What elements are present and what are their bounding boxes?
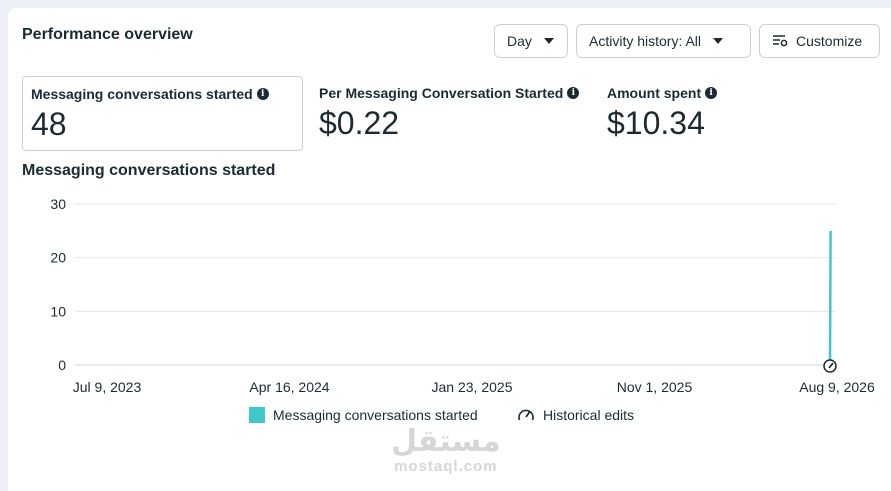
legend-swatch	[249, 407, 265, 423]
metric-label: Messaging conversations started	[31, 86, 253, 102]
metric-messaging-conversations[interactable]: Messaging conversations started i 48	[22, 76, 303, 151]
watermark-arabic: مستقل	[391, 424, 501, 459]
watermark-latin: mostaql.com	[394, 458, 498, 475]
caret-down-icon	[713, 38, 724, 44]
metric-amount-spent[interactable]: Amount spent i $10.34	[599, 76, 799, 151]
y-tick-label: 10	[50, 303, 66, 319]
activity-history-dropdown[interactable]: Activity history: All	[576, 24, 751, 58]
activity-history-label: Activity history: All	[589, 33, 702, 49]
metric-value: $10.34	[607, 105, 705, 141]
info-icon[interactable]: i	[256, 88, 269, 100]
metric-value: 48	[31, 106, 67, 142]
customize-label: Customize	[796, 33, 863, 49]
gauge-icon	[518, 409, 534, 421]
legend-series[interactable]: Messaging conversations started	[249, 407, 478, 423]
info-icon[interactable]: i	[705, 87, 718, 99]
metric-cost-per-conversation[interactable]: Per Messaging Conversation Started i $0.2…	[311, 76, 591, 151]
chart-title: Messaging conversations started	[22, 162, 276, 179]
metric-value: $0.22	[319, 105, 400, 141]
legend-historical-edits[interactable]: Historical edits	[517, 407, 634, 423]
customize-button[interactable]: Customize	[759, 24, 880, 58]
y-tick-label: 30	[50, 196, 66, 212]
x-tick-label: Aug 9, 2026	[799, 379, 875, 395]
x-tick-label: Jan 23, 2025	[432, 379, 513, 395]
legend-edits-label: Historical edits	[543, 407, 635, 423]
performance-card: Performance overview Day Activity histor…	[8, 8, 891, 491]
metric-label: Per Messaging Conversation Started	[319, 85, 564, 101]
x-tick-label: Jul 9, 2023	[73, 379, 142, 395]
series-line	[828, 230, 832, 366]
info-icon[interactable]: i	[567, 87, 580, 99]
watermark-logo: مستقل mostaql.com	[391, 424, 501, 476]
x-tick-label: Apr 16, 2024	[249, 379, 329, 395]
y-tick-label: 20	[50, 250, 66, 266]
caret-down-icon	[543, 38, 554, 44]
day-dropdown-label: Day	[507, 33, 532, 49]
y-tick-label: 0	[58, 357, 66, 373]
customize-icon	[773, 35, 788, 47]
legend-series-label: Messaging conversations started	[273, 407, 478, 423]
x-tick-label: Nov 1, 2025	[617, 379, 693, 395]
line-chart: 0 10 20 30 Jul 9, 2023 Apr 16, 2024 Jan 23, 20…	[50, 196, 875, 395]
metric-label: Amount spent	[607, 85, 702, 101]
page-title: Performance overview	[22, 26, 193, 43]
historical-edit-marker[interactable]	[823, 359, 837, 373]
day-dropdown[interactable]: Day	[494, 24, 568, 58]
